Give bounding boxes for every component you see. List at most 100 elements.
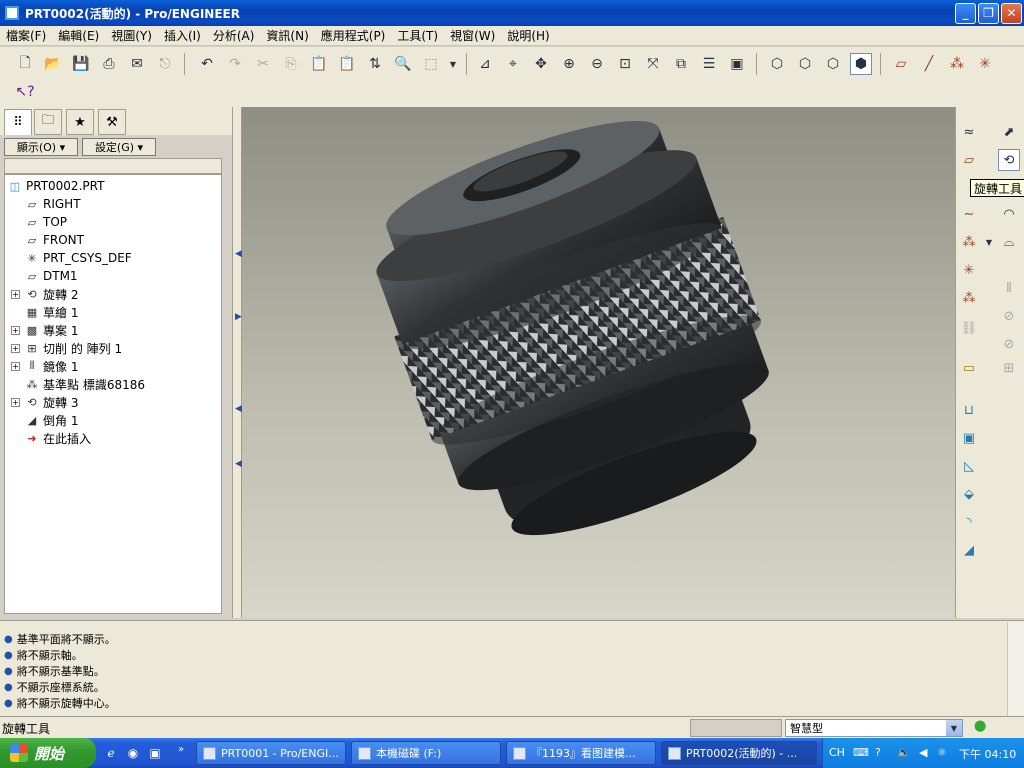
- expand-icon[interactable]: +: [11, 343, 20, 353]
- refit-icon[interactable]: ⊡: [614, 53, 636, 75]
- tree-node[interactable]: +▦草繪 1: [11, 303, 79, 321]
- sweep-tool-icon[interactable]: ◠: [998, 203, 1020, 225]
- redo-icon[interactable]: ↷: [224, 53, 246, 75]
- expand-icon[interactable]: +: [11, 397, 20, 407]
- folder-browser-tab[interactable]: 🗀: [34, 109, 62, 135]
- expand-icon[interactable]: +: [11, 361, 20, 371]
- menu-file[interactable]: 檔案(F): [0, 27, 52, 44]
- save-icon[interactable]: 💾: [70, 53, 92, 75]
- datum-point-tool-icon[interactable]: ⁂: [958, 231, 980, 253]
- tree-node[interactable]: +▱TOP: [11, 213, 67, 231]
- tree-node[interactable]: + ⫴ 鏡像 1: [11, 357, 78, 375]
- shading-icon[interactable]: ⬢: [850, 53, 872, 75]
- task-prt0001[interactable]: PRT0001 - Pro/ENGI...: [196, 741, 346, 765]
- explorer-icon[interactable]: ▣: [146, 744, 164, 762]
- connections-tab[interactable]: ⚒: [98, 109, 126, 135]
- revolve-tool-icon[interactable]: ⟲: [998, 149, 1020, 171]
- zoom-in-icon[interactable]: ⊕: [558, 53, 580, 75]
- menu-analysis[interactable]: 分析(A): [207, 27, 261, 44]
- select-box-icon[interactable]: ⬚: [420, 53, 442, 75]
- saved-views-icon[interactable]: ⧉: [670, 53, 692, 75]
- print-icon[interactable]: ⎙: [98, 53, 120, 75]
- menu-edit[interactable]: 編輯(E): [52, 27, 105, 44]
- mirror-tool-icon[interactable]: ⫴: [998, 277, 1020, 299]
- title-bar[interactable]: PRT0002(活動的) - Pro/ENGINEER _ ❐ ✕: [0, 0, 1024, 26]
- tree-node[interactable]: +▱FRONT: [11, 231, 84, 249]
- plane-display-icon[interactable]: ▱: [890, 53, 912, 75]
- extend-tool-icon[interactable]: ⊘: [998, 333, 1020, 355]
- orient-icon[interactable]: ✥: [530, 53, 552, 75]
- menu-window[interactable]: 視窗(W): [444, 27, 501, 44]
- rib-tool-icon[interactable]: ◺: [958, 455, 980, 477]
- no-hidden-icon[interactable]: ⬡: [822, 53, 844, 75]
- menu-applications[interactable]: 應用程式(P): [315, 27, 392, 44]
- extrude-tool-icon[interactable]: ⬈: [998, 121, 1020, 143]
- tree-node[interactable]: +▱RIGHT: [11, 195, 81, 213]
- volume-icon[interactable]: 🔈: [897, 746, 911, 759]
- menu-tools[interactable]: 工具(T): [391, 27, 444, 44]
- tree-node[interactable]: + ⊞ 切削 的 陣列 1: [11, 339, 122, 357]
- whats-this-icon[interactable]: ↖?: [14, 81, 36, 103]
- axis-display-icon[interactable]: ╱: [918, 53, 940, 75]
- wireframe-icon[interactable]: ⬡: [766, 53, 788, 75]
- tree-node[interactable]: +⁂基準點 標識68186: [11, 375, 146, 393]
- network-icon[interactable]: ⚛: [937, 746, 947, 759]
- regenerate-icon[interactable]: ⇅: [364, 53, 386, 75]
- language-indicator[interactable]: CH: [829, 746, 845, 759]
- analysis-tool-icon[interactable]: ⁂: [958, 287, 980, 309]
- paste-special-icon[interactable]: 📋: [336, 53, 358, 75]
- cut-icon[interactable]: ✂: [252, 53, 274, 75]
- close-button[interactable]: ✕: [1001, 2, 1022, 24]
- search-icon[interactable]: 🔍: [392, 53, 414, 75]
- datum-plane-tool-icon[interactable]: ▱: [958, 149, 980, 171]
- email-icon[interactable]: ✉: [126, 53, 148, 75]
- collapse-left-icon-3[interactable]: ◀: [235, 459, 242, 469]
- menu-insert[interactable]: 插入(I): [158, 27, 207, 44]
- menu-info[interactable]: 資訊(N): [260, 27, 314, 44]
- spin-center-icon[interactable]: ⌖: [502, 53, 524, 75]
- minimize-button[interactable]: _: [955, 2, 976, 24]
- start-button[interactable]: 開始: [0, 738, 96, 768]
- tree-node[interactable]: +◢倒角 1: [11, 411, 79, 429]
- settings-button[interactable]: 設定(G) ▾: [82, 138, 156, 156]
- annotation-tool-icon[interactable]: ▭: [958, 357, 980, 379]
- help-icon[interactable]: ?: [875, 746, 881, 759]
- tree-node[interactable]: +▱DTM1: [11, 267, 78, 285]
- merge-tool-icon[interactable]: ⛓: [958, 317, 980, 339]
- undo-icon[interactable]: ↶: [196, 53, 218, 75]
- quicklaunch-more-icon[interactable]: »: [172, 740, 190, 758]
- message-scrollbar[interactable]: [1007, 622, 1024, 716]
- csys-display-icon[interactable]: ✳: [974, 53, 996, 75]
- chevron-down-icon[interactable]: ▼: [978, 231, 1000, 253]
- draft-tool-icon[interactable]: ⬙: [958, 483, 980, 505]
- collapse-left-icon-2[interactable]: ◀: [235, 404, 242, 414]
- task-prt0002[interactable]: PRT0002(活動的) - ...: [661, 741, 817, 765]
- panel-splitter[interactable]: ◀ ▶ ◀ ◀: [232, 107, 242, 618]
- open-folder-icon[interactable]: 📂: [42, 53, 64, 75]
- graphics-window[interactable]: [242, 107, 955, 618]
- expand-right-icon[interactable]: ▶: [235, 312, 242, 322]
- reorient-icon[interactable]: ⤧: [642, 53, 664, 75]
- favorites-tab[interactable]: ★: [66, 109, 94, 135]
- boundary-blend-icon[interactable]: ⌓: [998, 231, 1020, 253]
- sketch-tool-icon[interactable]: ∼: [958, 203, 980, 225]
- email-link-icon[interactable]: ⎋: [154, 53, 176, 75]
- media-icon[interactable]: ◉: [124, 744, 142, 762]
- zoom-out-icon[interactable]: ⊖: [586, 53, 608, 75]
- clock[interactable]: 下午 04:10: [959, 746, 1016, 762]
- tray-expand-icon[interactable]: ◀: [919, 746, 927, 759]
- shell-tool-icon[interactable]: ▣: [958, 427, 980, 449]
- copy-icon[interactable]: ⎘: [280, 53, 302, 75]
- task-local-disk[interactable]: 本機磁碟 (F:): [351, 741, 501, 765]
- model-tree-tab[interactable]: ⠿: [4, 109, 32, 135]
- hidden-line-icon[interactable]: ⬡: [794, 53, 816, 75]
- tree-node[interactable]: ◫ PRT0002.PRT: [7, 177, 105, 195]
- new-file-icon[interactable]: 🗋: [14, 53, 36, 75]
- pattern-tool-icon[interactable]: ⊞: [998, 357, 1020, 379]
- expand-icon[interactable]: +: [11, 325, 20, 335]
- keyboard-icon[interactable]: ⌨: [853, 746, 869, 759]
- ie-icon[interactable]: ℯ: [102, 744, 120, 762]
- hole-tool-icon[interactable]: ⊔: [958, 399, 980, 421]
- round-tool-icon[interactable]: ◝: [958, 511, 980, 533]
- tree-node[interactable]: + ⟲ 旋轉 3: [11, 393, 78, 411]
